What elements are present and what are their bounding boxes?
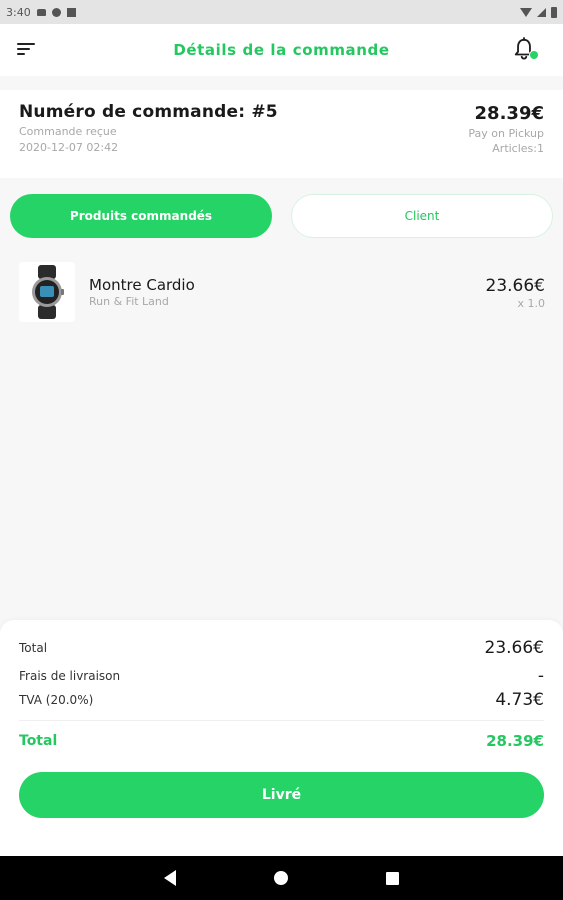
tax-label: TVA (20.0%): [19, 693, 94, 707]
home-icon[interactable]: [274, 871, 288, 885]
system-nav-bar: [0, 856, 563, 900]
notification-badge: [529, 50, 539, 60]
menu-icon[interactable]: [17, 43, 37, 57]
totals-panel: Total 23.66€ Frais de livraison - TVA (2…: [0, 620, 563, 856]
smartwatch-icon: [19, 262, 75, 322]
app-header: Détails de la commande: [0, 24, 563, 76]
tab-ordered-products[interactable]: Produits commandés: [10, 194, 272, 238]
tab-client[interactable]: Client: [291, 194, 553, 238]
status-time: 3:40: [6, 5, 31, 19]
subtotal-value: 23.66€: [484, 638, 544, 658]
order-date: 2020-12-07 02:42: [19, 141, 119, 154]
grand-total-label: Total: [19, 733, 58, 749]
product-name: Montre Cardio: [89, 276, 195, 294]
order-status: Commande reçue: [19, 125, 117, 138]
divider: [19, 720, 544, 721]
delivery-fee-label: Frais de livraison: [19, 669, 121, 683]
order-summary-card: Numéro de commande: #5 Commande reçue 20…: [0, 90, 563, 178]
payment-method: Pay on Pickup: [468, 127, 544, 140]
order-total: 28.39€: [474, 103, 544, 124]
signal-icon: [537, 7, 546, 17]
product-vendor: Run & Fit Land: [89, 295, 169, 308]
grand-total-value: 28.39€: [486, 732, 544, 750]
delivery-fee-row: Frais de livraison -: [19, 666, 544, 686]
notification-icon: [36, 8, 46, 16]
back-icon[interactable]: [164, 870, 176, 886]
tax-value: 4.73€: [495, 690, 544, 710]
wifi-icon: [520, 7, 532, 17]
sim-card-icon: [66, 7, 76, 17]
product-list-item[interactable]: Montre Cardio Run & Fit Land 23.66€ x 1.…: [19, 262, 545, 322]
delivered-button[interactable]: Livré: [19, 772, 544, 818]
status-bar: 3:40: [0, 0, 563, 24]
page-title: Détails de la commande: [173, 41, 390, 59]
battery-icon: [551, 6, 557, 18]
article-count: Articles:1: [492, 142, 544, 155]
grand-total-row: Total 28.39€: [19, 732, 544, 750]
bell-icon[interactable]: [513, 37, 539, 63]
tax-row: TVA (20.0%) 4.73€: [19, 690, 544, 710]
recent-apps-icon[interactable]: [386, 871, 399, 885]
product-price: 23.66€: [485, 276, 545, 296]
subtotal-label: Total: [19, 641, 48, 655]
delivery-fee-value: -: [537, 666, 544, 686]
subtotal-row: Total 23.66€: [19, 638, 544, 658]
notification-icon: [51, 7, 61, 17]
product-quantity: x 1.0: [517, 297, 546, 310]
order-number: Numéro de commande: #5: [19, 102, 278, 122]
